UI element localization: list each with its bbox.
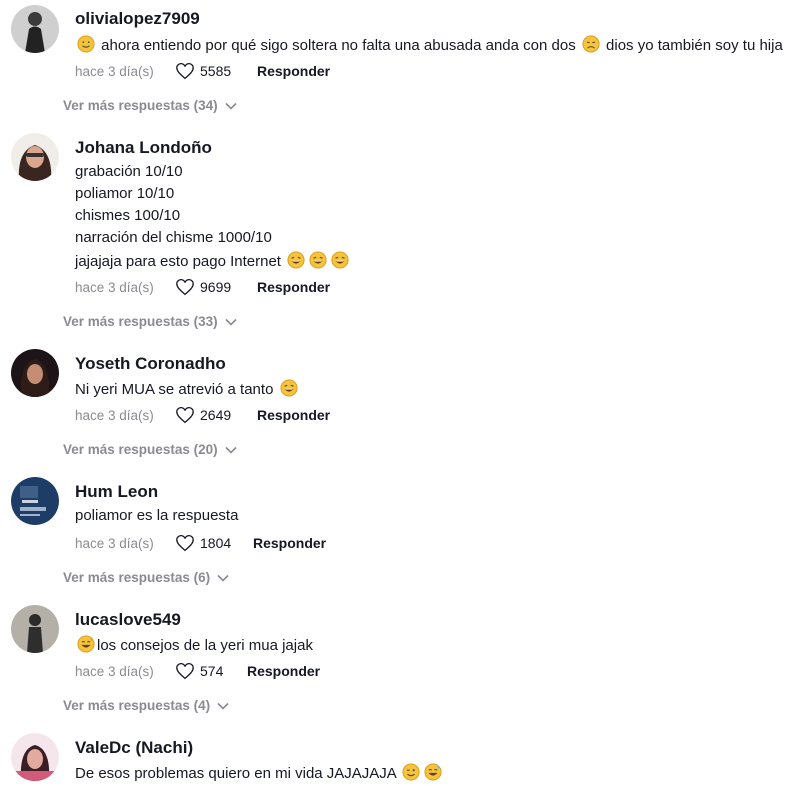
comment-username[interactable]: Yoseth Coronadho <box>75 354 226 374</box>
reply-button[interactable]: Responder <box>257 407 330 423</box>
like-button[interactable]: 5585 <box>175 62 231 80</box>
comment-text: narración del chisme 1000/10 <box>75 229 272 246</box>
avatar[interactable] <box>11 477 59 525</box>
like-count: 2649 <box>200 407 232 423</box>
smiling-face-icon <box>77 35 95 53</box>
comment-username[interactable]: Hum Leon <box>75 482 158 502</box>
reply-button[interactable]: Responder <box>247 663 320 679</box>
like-count: 5585 <box>200 63 232 79</box>
chevron-down-icon <box>217 574 229 582</box>
heart-outline-icon <box>176 62 194 80</box>
comment-meta: hace 3 día(s) 574 Responder <box>75 662 320 680</box>
view-more-replies[interactable]: Ver más respuestas (33) <box>63 314 237 329</box>
chevron-down-icon <box>217 702 229 710</box>
view-more-replies[interactable]: Ver más respuestas (20) <box>63 442 237 457</box>
comment-username[interactable]: olivialopez7909 <box>75 9 200 29</box>
like-count: 574 <box>200 663 224 679</box>
avatar[interactable] <box>11 133 59 181</box>
comment-time: hace 3 día(s) <box>75 407 154 423</box>
grinning-sweat-face-icon <box>424 763 442 781</box>
avatar[interactable] <box>11 5 59 53</box>
like-button[interactable]: 574 <box>175 662 223 680</box>
reply-button[interactable]: Responder <box>257 63 330 79</box>
heart-outline-icon <box>176 406 194 424</box>
comment-time: hace 3 día(s) <box>75 535 154 551</box>
comment-username[interactable]: lucaslove549 <box>75 610 181 630</box>
laughing-face-icon <box>331 251 349 269</box>
view-more-replies[interactable]: Ver más respuestas (34) <box>63 98 237 113</box>
comment-meta: hace 3 día(s) 9699 Responder <box>75 278 330 296</box>
comment-username[interactable]: ValeDc (Nachi) <box>75 738 193 758</box>
comment-text: poliamor es la respuesta <box>75 507 239 524</box>
heart-outline-icon <box>176 662 194 680</box>
comment-text: De esos problemas quiero en mi vida JAJA… <box>75 763 444 782</box>
laughing-face-icon <box>309 251 327 269</box>
avatar[interactable] <box>11 349 59 397</box>
laughing-face-icon <box>287 251 305 269</box>
like-count: 9699 <box>200 279 232 295</box>
comment-text: chismes 100/10 <box>75 207 181 224</box>
laughing-face-icon <box>280 379 298 397</box>
like-button[interactable]: 1804 <box>175 534 231 552</box>
chevron-down-icon <box>225 318 237 326</box>
like-button[interactable]: 9699 <box>175 278 231 296</box>
avatar[interactable] <box>11 733 59 781</box>
comment-meta: hace 3 día(s) 1804 Responder <box>75 534 326 552</box>
comment-meta: hace 3 día(s) 2649 Responder <box>75 406 330 424</box>
comment-text: jajajaja para esto pago Internet <box>75 251 351 270</box>
chevron-down-icon <box>225 102 237 110</box>
reply-button[interactable]: Responder <box>253 535 326 551</box>
like-count: 1804 <box>200 535 232 551</box>
chevron-down-icon <box>225 446 237 454</box>
comment-text: los consejos de la yeri mua jajak <box>75 635 313 654</box>
comment-text: ahora entiendo por qué sigo soltera no f… <box>75 35 783 54</box>
comment-meta: hace 3 día(s) 5585 Responder <box>75 62 330 80</box>
comment-time: hace 3 día(s) <box>75 279 154 295</box>
heart-outline-icon <box>176 534 194 552</box>
heart-outline-icon <box>176 278 194 296</box>
view-more-replies[interactable]: Ver más respuestas (4) <box>63 698 229 713</box>
grinning-sweat-face-icon <box>77 635 95 653</box>
disappointed-face-icon <box>582 35 600 53</box>
comment-time: hace 3 día(s) <box>75 63 154 79</box>
comment-time: hace 3 día(s) <box>75 663 154 679</box>
comment-text: poliamor 10/10 <box>75 185 175 202</box>
winking-face-icon <box>402 763 420 781</box>
comment-text: grabación 10/10 <box>75 163 183 180</box>
comment-username[interactable]: Johana Londoño <box>75 138 212 158</box>
like-button[interactable]: 2649 <box>175 406 231 424</box>
view-more-replies[interactable]: Ver más respuestas (6) <box>63 570 229 585</box>
reply-button[interactable]: Responder <box>257 279 330 295</box>
comment-text: Ni yeri MUA se atrevió a tanto <box>75 379 300 398</box>
avatar[interactable] <box>11 605 59 653</box>
